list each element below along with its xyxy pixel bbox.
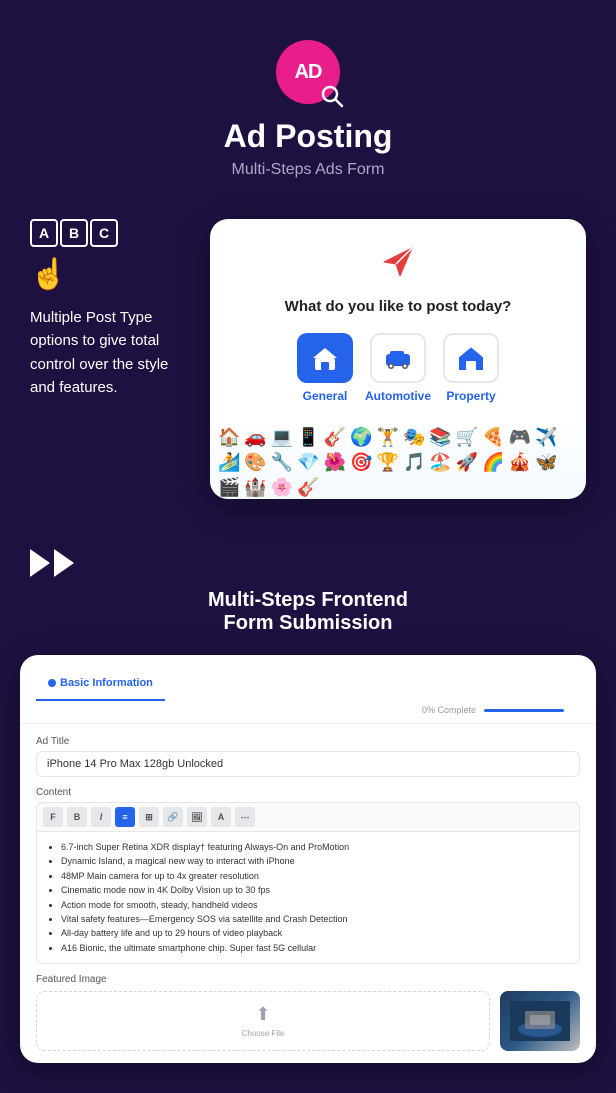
content-toolbar: F B I ≡ ⊞ 🔗 🖼 A ⋯ [36, 802, 580, 832]
emoji: 🏰 [244, 477, 266, 498]
content-area[interactable]: 6.7-inch Super Retina XDR display† featu… [36, 832, 580, 964]
list-item: Action mode for smooth, steady, handheld… [61, 898, 569, 912]
abc-icon: A B C [30, 219, 190, 247]
emoji-decoration: 🏠🚗💻📱🎸🌍🏋️🎭📚🛒🍕🎮✈️🏄🎨🔧💎🌺🎯🏆🎵🏖️🚀🌈🎪🦋🎬🏰🌸🎸 [210, 419, 586, 499]
emoji: 📱 [297, 427, 319, 448]
list-item: 48MP Main camera for up to 4x greater re… [61, 869, 569, 883]
list-item: All-day battery life and up to 29 hours … [61, 926, 569, 940]
emoji: 🎭 [403, 427, 425, 448]
content-label: Content [36, 787, 580, 798]
emoji: 🎪 [509, 452, 531, 473]
list-item: 6.7-inch Super Retina XDR display† featu… [61, 840, 569, 854]
emoji: 🏆 [377, 452, 399, 473]
form-mockup: Basic Information 0% Complete Ad Title i… [20, 655, 596, 1063]
emoji: 📚 [429, 427, 451, 448]
post-type-property[interactable]: Property [443, 333, 499, 403]
emoji: 🏋️ [377, 427, 399, 448]
list-item: Vital safety features—Emergency SOS via … [61, 912, 569, 926]
emoji: 🛒 [456, 427, 478, 448]
toolbar-image[interactable]: 🖼 [187, 807, 207, 827]
emoji: 🌸 [271, 477, 293, 498]
post-type-automotive[interactable]: Automotive [365, 333, 431, 403]
basic-info-tab[interactable]: Basic Information [36, 669, 165, 701]
post-type-card: What do you like to post today? General [210, 219, 586, 499]
toolbar-color[interactable]: A [211, 807, 231, 827]
post-type-options: General Automotive [230, 333, 566, 403]
emoji: 🔧 [271, 452, 293, 473]
toolbar-italic[interactable]: I [91, 807, 111, 827]
section-1-left: A B C ☝️ Multiple Post Type options to g… [30, 219, 190, 399]
section-2: Multi-Steps FrontendForm Submission Basi… [0, 529, 616, 1093]
arrow-right-1 [30, 549, 50, 577]
form-tabs: Basic Information [36, 669, 580, 701]
ad-title-input[interactable]: iPhone 14 Pro Max 128gb Unlocked [36, 751, 580, 777]
section-2-title: Multi-Steps FrontendForm Submission [30, 589, 586, 635]
ad-title-label: Ad Title [36, 736, 580, 747]
image-preview [500, 991, 580, 1051]
form-body: Ad Title iPhone 14 Pro Max 128gb Unlocke… [20, 724, 596, 1063]
emoji: 🚗 [244, 427, 266, 448]
list-item: Cinematic mode now in 4K Dolby Vision up… [61, 883, 569, 897]
list-item: Dynamic Island, a magical new way to int… [61, 854, 569, 868]
emoji: 🎵 [403, 452, 425, 473]
emoji: 🦋 [535, 452, 557, 473]
hand-icon: ☝️ [30, 257, 190, 292]
emoji: 🌍 [350, 427, 372, 448]
automotive-label: Automotive [365, 389, 431, 403]
progress-bar-row: 0% Complete [36, 701, 580, 723]
emoji: 🚀 [456, 452, 478, 473]
toolbar-more[interactable]: ⋯ [235, 807, 255, 827]
toolbar-list[interactable]: ≡ [115, 807, 135, 827]
featured-image-row: ⬆ Choose File [36, 991, 580, 1051]
card-question: What do you like to post today? [230, 298, 566, 315]
logo-text: AD [295, 61, 322, 84]
emoji: 🎸 [324, 427, 346, 448]
emoji: 🎸 [297, 477, 319, 498]
emoji: 💎 [297, 452, 319, 473]
general-label: General [303, 389, 348, 403]
app-title: Ad Posting [20, 118, 596, 155]
section-1-description: Multiple Post Type options to give total… [30, 306, 190, 399]
emoji: 🎯 [350, 452, 372, 473]
list-item: A16 Bionic, the ultimate smartphone chip… [61, 941, 569, 955]
post-type-general[interactable]: General [297, 333, 353, 403]
upload-box[interactable]: ⬆ Choose File [36, 991, 490, 1051]
property-label: Property [446, 389, 495, 403]
emoji: 🌈 [482, 452, 504, 473]
upload-icon: ⬆ [255, 1004, 270, 1025]
logo-wrapper: AD [276, 40, 340, 104]
header: AD Ad Posting Multi-Steps Ads Form [0, 0, 616, 199]
tab-dot [48, 679, 56, 687]
progress-bar [484, 709, 564, 712]
toolbar-bold[interactable]: B [67, 807, 87, 827]
section-1: A B C ☝️ Multiple Post Type options to g… [0, 199, 616, 529]
tab-label: Basic Information [60, 677, 153, 689]
emoji: ✈️ [535, 427, 557, 448]
emoji: 🎮 [509, 427, 531, 448]
emoji: 💻 [271, 427, 293, 448]
paper-plane-icon [230, 243, 566, 286]
arrow-right-2 [54, 549, 74, 577]
progress-label: 0% Complete [422, 705, 476, 715]
arrows-icon [30, 549, 586, 577]
toolbar-align[interactable]: ⊞ [139, 807, 159, 827]
emoji: 🏠 [218, 427, 240, 448]
content-list: 6.7-inch Super Retina XDR display† featu… [47, 840, 569, 955]
toolbar-font[interactable]: F [43, 807, 63, 827]
emoji: 🌺 [324, 452, 346, 473]
search-icon [320, 84, 344, 108]
toolbar-link[interactable]: 🔗 [163, 807, 183, 827]
emoji: 🎬 [218, 477, 240, 498]
upload-text: Choose File [242, 1029, 285, 1038]
emoji: 🎨 [244, 452, 266, 473]
featured-image-label: Featured Image [36, 974, 580, 985]
app-subtitle: Multi-Steps Ads Form [232, 161, 385, 178]
emoji: 🍕 [482, 427, 504, 448]
form-header: Basic Information 0% Complete [20, 655, 596, 724]
emoji: 🏖️ [429, 452, 451, 473]
emoji: 🏄 [218, 452, 240, 473]
